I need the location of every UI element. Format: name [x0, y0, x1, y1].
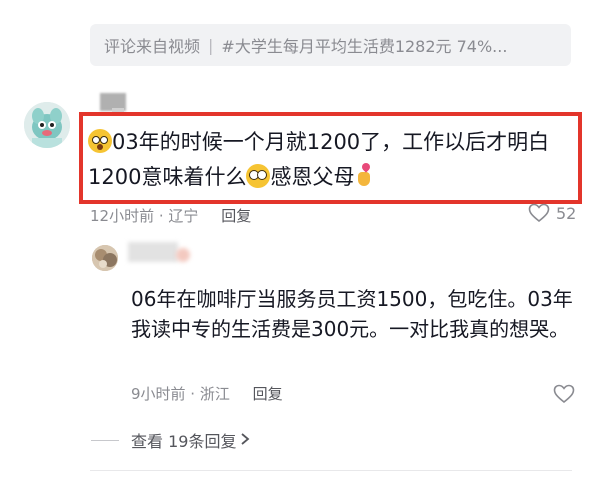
reply-comment-reply-button[interactable]: 回复 — [253, 385, 283, 403]
pleading-face-emoji-icon — [246, 164, 271, 188]
reply-comment-badge-redacted — [176, 248, 190, 262]
view-more-replies-button[interactable]: 查看 19条回复 — [91, 428, 250, 452]
main-comment-like-count: 52 — [556, 203, 577, 223]
reply-comment-username-redacted — [128, 242, 178, 262]
reply-comment-meta: 9小时前 · 浙江 回复 — [131, 383, 283, 404]
source-separator: | — [208, 35, 214, 55]
heart-icon — [528, 203, 550, 223]
main-comment-time-location: 12小时前 · 辽宁 — [90, 207, 199, 225]
shocked-face-emoji-icon — [88, 129, 112, 153]
main-comment-text: 03年的时候一个月就1200了，工作以后才明白1200意味着什么 感恩父母 — [88, 125, 578, 195]
reply-comment-like-button[interactable] — [553, 384, 575, 404]
source-label: 评论来自视频 — [104, 37, 201, 56]
reply-comment-text: 06年在咖啡厅当服务员工资1500，包吃住。03年我读中专的生活费是300元。一… — [131, 287, 573, 341]
view-more-replies-label: 查看 19条回复 — [131, 432, 237, 451]
divider — [90, 470, 572, 471]
avatar-image — [24, 102, 70, 148]
main-comment-avatar[interactable] — [24, 102, 70, 148]
source-topic[interactable]: #大学生每月平均生活费1282元 74%... — [221, 33, 507, 57]
finger-heart-emoji-icon — [354, 164, 374, 188]
main-comment-reply-button[interactable]: 回复 — [221, 207, 251, 225]
chevron-right-icon — [240, 431, 250, 450]
reply-avatar-image — [92, 245, 118, 271]
source-video-bar[interactable]: 评论来自视频 | #大学生每月平均生活费1282元 74%... — [90, 24, 571, 66]
expand-line — [91, 439, 119, 441]
main-comment-like-button[interactable]: 52 — [528, 203, 576, 223]
heart-icon — [553, 384, 575, 404]
reply-comment-avatar[interactable] — [92, 245, 118, 271]
main-comment-meta: 12小时前 · 辽宁 回复 — [90, 205, 251, 226]
reply-comment-time-location: 9小时前 · 浙江 — [131, 385, 230, 403]
main-comment-text-part2: 感恩父母 — [270, 165, 355, 189]
